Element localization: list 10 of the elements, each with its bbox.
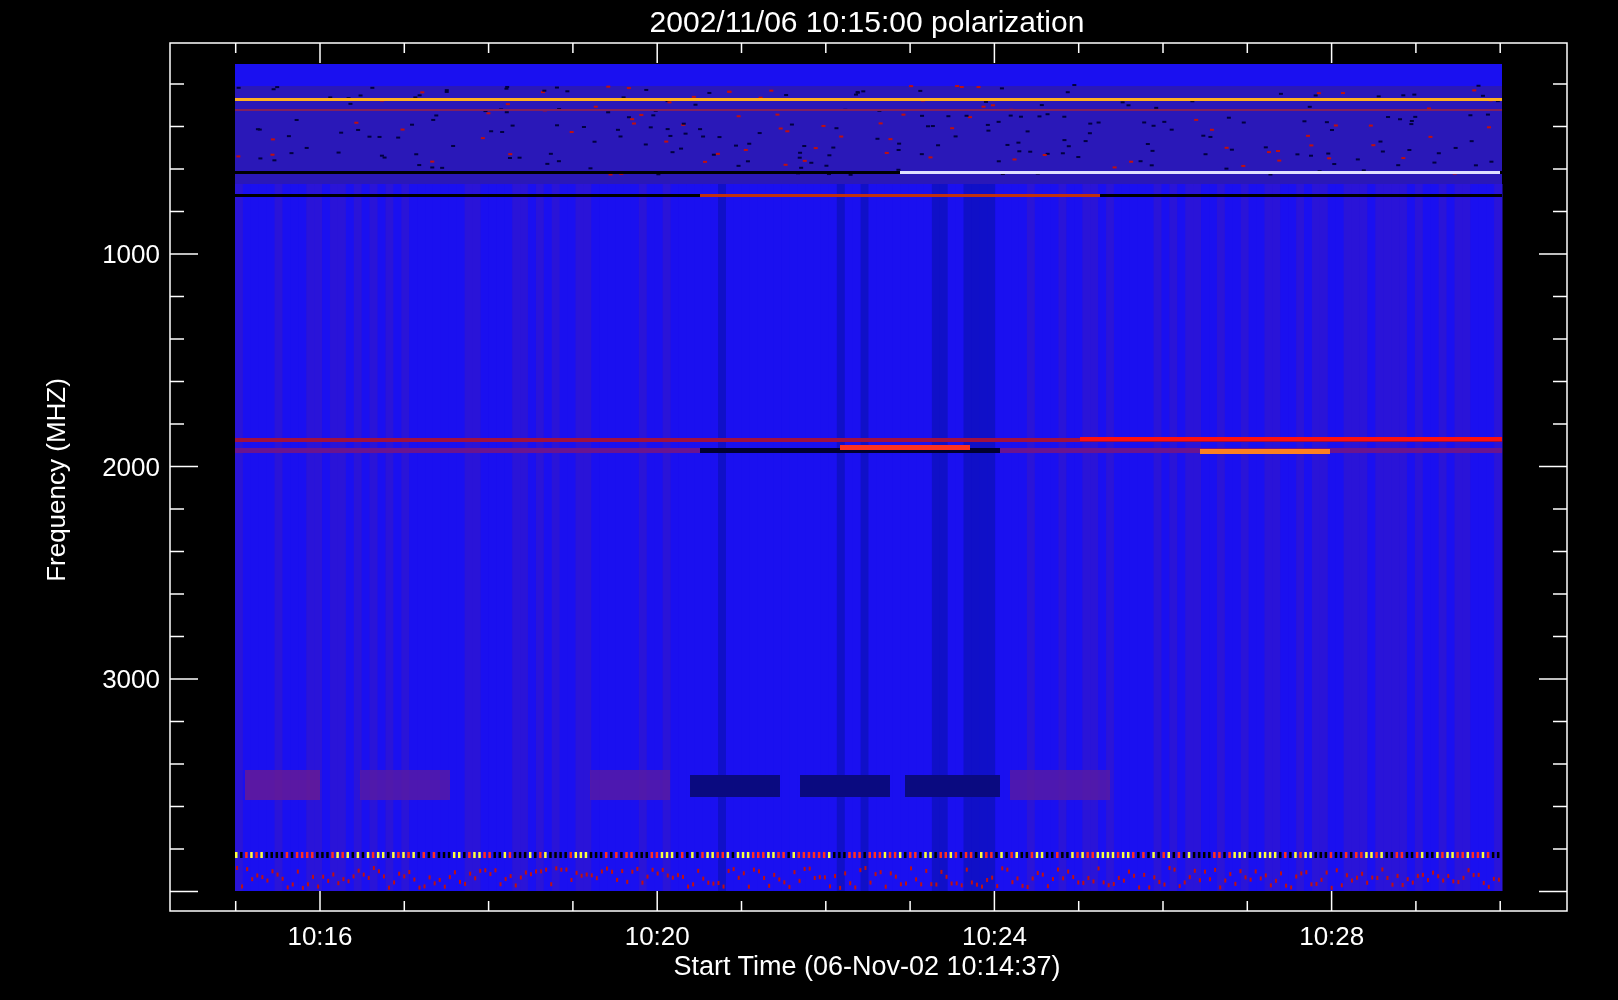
y-tick-label: 3000	[102, 664, 160, 694]
x-tick-label: 10:28	[1299, 921, 1365, 951]
x-tick-label: 10:24	[961, 921, 1028, 951]
x-axis-label: Start Time (06-Nov-02 10:14:37)	[673, 951, 1061, 981]
x-tick-label: 10:20	[624, 921, 690, 951]
y-tick-label: 1000	[102, 239, 160, 269]
y-tick-label: 2000	[102, 451, 160, 482]
x-tick-label: 10:16	[287, 921, 353, 951]
plot-title: 2002/11/06 10:15:00 polarization	[649, 5, 1085, 38]
y-axis-label: Frequency (MHZ)	[41, 378, 71, 582]
